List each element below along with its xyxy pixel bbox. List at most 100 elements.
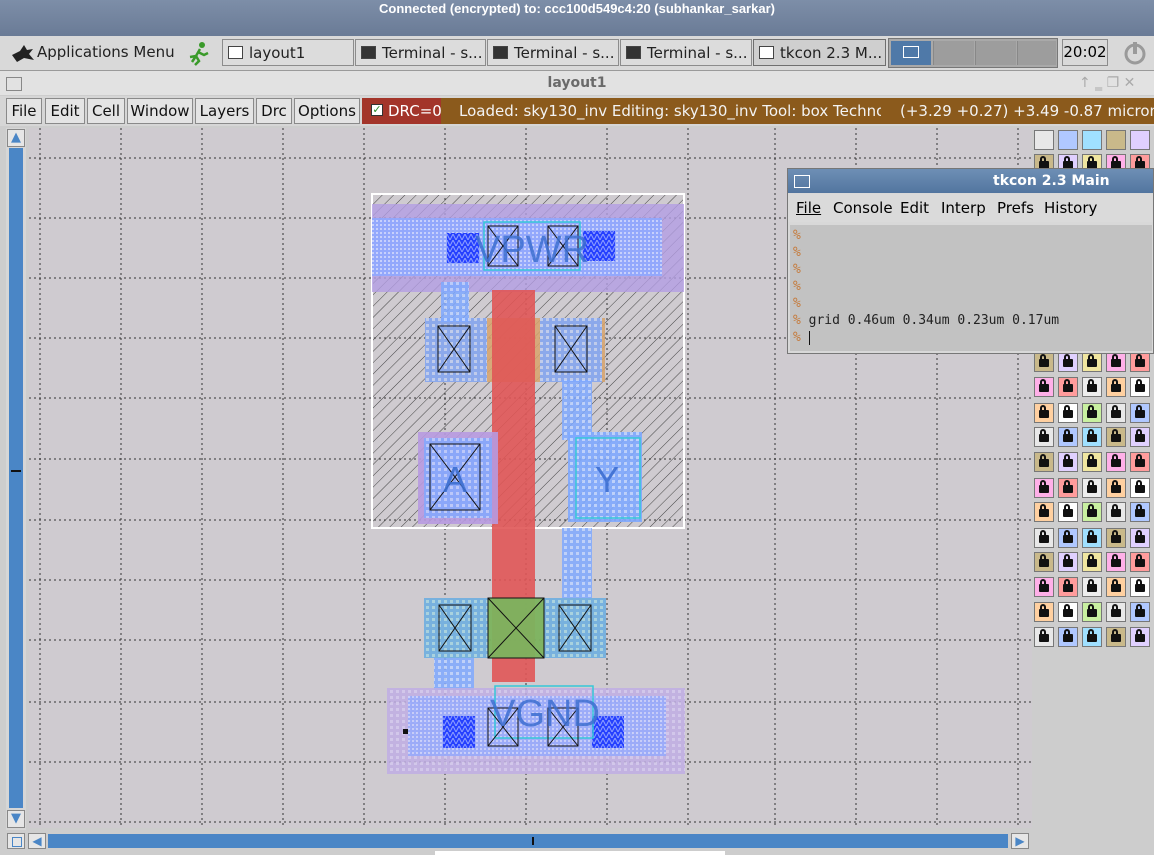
tkcon-titlebar[interactable]: tkcon 2.3 Main bbox=[788, 169, 1153, 193]
layer-lock-icon[interactable] bbox=[1034, 502, 1054, 522]
task-layout1[interactable]: layout1 bbox=[222, 39, 354, 66]
nmos-source-li[interactable] bbox=[424, 598, 488, 658]
layer-lock-icon[interactable] bbox=[1058, 427, 1078, 447]
layer-lock-icon[interactable] bbox=[1130, 552, 1150, 572]
task-terminal-1[interactable]: Terminal - s... bbox=[355, 39, 486, 66]
workspace-1[interactable] bbox=[891, 41, 931, 65]
layer-lock-icon[interactable] bbox=[1130, 502, 1150, 522]
layer-lock-icon[interactable] bbox=[1106, 577, 1126, 597]
layer-swatch[interactable] bbox=[1082, 130, 1102, 150]
vgnd-via-left[interactable] bbox=[443, 716, 475, 748]
layer-lock-icon[interactable] bbox=[1130, 403, 1150, 423]
layer-lock-icon[interactable] bbox=[1058, 377, 1078, 397]
layer-swatch[interactable] bbox=[1106, 130, 1126, 150]
tkcon-menu-console[interactable]: Console bbox=[833, 194, 893, 222]
layer-lock-icon[interactable] bbox=[1106, 502, 1126, 522]
tkcon-menu-prefs[interactable]: Prefs bbox=[997, 194, 1034, 222]
tkcon-console[interactable]: % % % % % % grid 0.46um 0.34um 0.23um 0.… bbox=[790, 225, 1152, 351]
layer-lock-icon[interactable] bbox=[1106, 528, 1126, 548]
scroll-up-icon[interactable]: ▲ bbox=[7, 129, 25, 147]
layer-lock-icon[interactable] bbox=[1082, 377, 1102, 397]
tkcon-window-menu-icon[interactable] bbox=[794, 175, 810, 188]
drain-strap[interactable] bbox=[562, 380, 592, 440]
layer-lock-icon[interactable] bbox=[1130, 602, 1150, 622]
layer-lock-icon[interactable] bbox=[1130, 352, 1150, 372]
layer-lock-icon[interactable] bbox=[1082, 552, 1102, 572]
layer-lock-icon[interactable] bbox=[1106, 352, 1126, 372]
layer-lock-icon[interactable] bbox=[1106, 478, 1126, 498]
layer-lock-icon[interactable] bbox=[1034, 478, 1054, 498]
tkcon-menu-history[interactable]: History bbox=[1044, 194, 1097, 222]
layer-lock-icon[interactable] bbox=[1058, 552, 1078, 572]
zoom-box-icon[interactable] bbox=[7, 833, 25, 849]
scroll-down-icon[interactable]: ▼ bbox=[7, 810, 25, 828]
workspace-4[interactable] bbox=[1017, 41, 1056, 65]
layer-lock-icon[interactable] bbox=[1082, 427, 1102, 447]
layer-lock-icon[interactable] bbox=[1034, 377, 1054, 397]
layer-lock-icon[interactable] bbox=[1058, 502, 1078, 522]
layer-lock-icon[interactable] bbox=[1130, 427, 1150, 447]
layer-lock-icon[interactable] bbox=[1058, 602, 1078, 622]
layer-lock-icon[interactable] bbox=[1082, 602, 1102, 622]
menu-window[interactable]: Window bbox=[127, 98, 193, 124]
layer-swatch[interactable] bbox=[1058, 130, 1078, 150]
layer-lock-icon[interactable] bbox=[1130, 452, 1150, 472]
layer-lock-icon[interactable] bbox=[1058, 478, 1078, 498]
layer-lock-icon[interactable] bbox=[1106, 452, 1126, 472]
scroll-right-icon[interactable]: ▶ bbox=[1011, 833, 1029, 849]
layer-lock-icon[interactable] bbox=[1106, 552, 1126, 572]
vertical-scrollbar[interactable] bbox=[9, 148, 23, 808]
tkcon-menu-interp[interactable]: Interp bbox=[941, 194, 986, 222]
layer-lock-icon[interactable] bbox=[1130, 377, 1150, 397]
layer-lock-icon[interactable] bbox=[1082, 478, 1102, 498]
layer-swatch[interactable] bbox=[1130, 130, 1150, 150]
menu-options[interactable]: Options bbox=[294, 98, 360, 124]
layer-lock-icon[interactable] bbox=[1058, 528, 1078, 548]
layer-swatch[interactable] bbox=[1034, 130, 1054, 150]
layer-lock-icon[interactable] bbox=[1082, 502, 1102, 522]
layer-lock-icon[interactable] bbox=[1034, 352, 1054, 372]
nmos-source-strap[interactable] bbox=[434, 658, 474, 690]
menu-cell[interactable]: Cell bbox=[87, 98, 125, 124]
layer-lock-icon[interactable] bbox=[1082, 352, 1102, 372]
layer-lock-icon[interactable] bbox=[1058, 627, 1078, 647]
layer-lock-icon[interactable] bbox=[1034, 427, 1054, 447]
layer-lock-icon[interactable] bbox=[1034, 452, 1054, 472]
layer-lock-icon[interactable] bbox=[1082, 528, 1102, 548]
window-controls-icon[interactable]: ↑ ‗ ❐ ✕ bbox=[1079, 71, 1135, 95]
tkcon-menu-edit[interactable]: Edit bbox=[900, 194, 929, 222]
layer-lock-icon[interactable] bbox=[1106, 627, 1126, 647]
layer-lock-icon[interactable] bbox=[1034, 528, 1054, 548]
layer-lock-icon[interactable] bbox=[1082, 403, 1102, 423]
horizontal-scrollbar[interactable] bbox=[48, 834, 1008, 848]
window-menu-icon[interactable] bbox=[6, 77, 22, 91]
console-input-line[interactable]: % bbox=[793, 329, 810, 346]
clock[interactable]: 20:02 bbox=[1062, 39, 1108, 66]
menu-layers[interactable]: Layers bbox=[195, 98, 254, 124]
layer-lock-icon[interactable] bbox=[1034, 577, 1054, 597]
menu-file[interactable]: File bbox=[6, 98, 42, 124]
task-terminal-2[interactable]: Terminal - s... bbox=[487, 39, 619, 66]
layer-lock-icon[interactable] bbox=[1034, 403, 1054, 423]
tkcon-menu-file[interactable]: File bbox=[796, 194, 821, 222]
menu-drc[interactable]: Drc bbox=[256, 98, 292, 124]
layer-lock-icon[interactable] bbox=[1106, 403, 1126, 423]
workspace-pager[interactable] bbox=[888, 38, 1058, 68]
scroll-left-icon[interactable]: ◀ bbox=[28, 833, 46, 849]
running-man-icon[interactable] bbox=[186, 40, 212, 66]
layer-lock-icon[interactable] bbox=[1034, 552, 1054, 572]
workspace-3[interactable] bbox=[975, 41, 1016, 65]
menu-edit[interactable]: Edit bbox=[45, 98, 85, 124]
layer-lock-icon[interactable] bbox=[1034, 627, 1054, 647]
task-tkcon[interactable]: tkcon 2.3 M... bbox=[753, 39, 886, 66]
layer-lock-icon[interactable] bbox=[1106, 427, 1126, 447]
power-icon[interactable] bbox=[1122, 41, 1148, 65]
layer-lock-icon[interactable] bbox=[1106, 602, 1126, 622]
layer-lock-icon[interactable] bbox=[1058, 452, 1078, 472]
pmos-source-strap[interactable] bbox=[441, 282, 469, 322]
layer-lock-icon[interactable] bbox=[1058, 577, 1078, 597]
layer-lock-icon[interactable] bbox=[1130, 528, 1150, 548]
layer-lock-icon[interactable] bbox=[1106, 377, 1126, 397]
layer-lock-icon[interactable] bbox=[1034, 602, 1054, 622]
layer-lock-icon[interactable] bbox=[1130, 627, 1150, 647]
